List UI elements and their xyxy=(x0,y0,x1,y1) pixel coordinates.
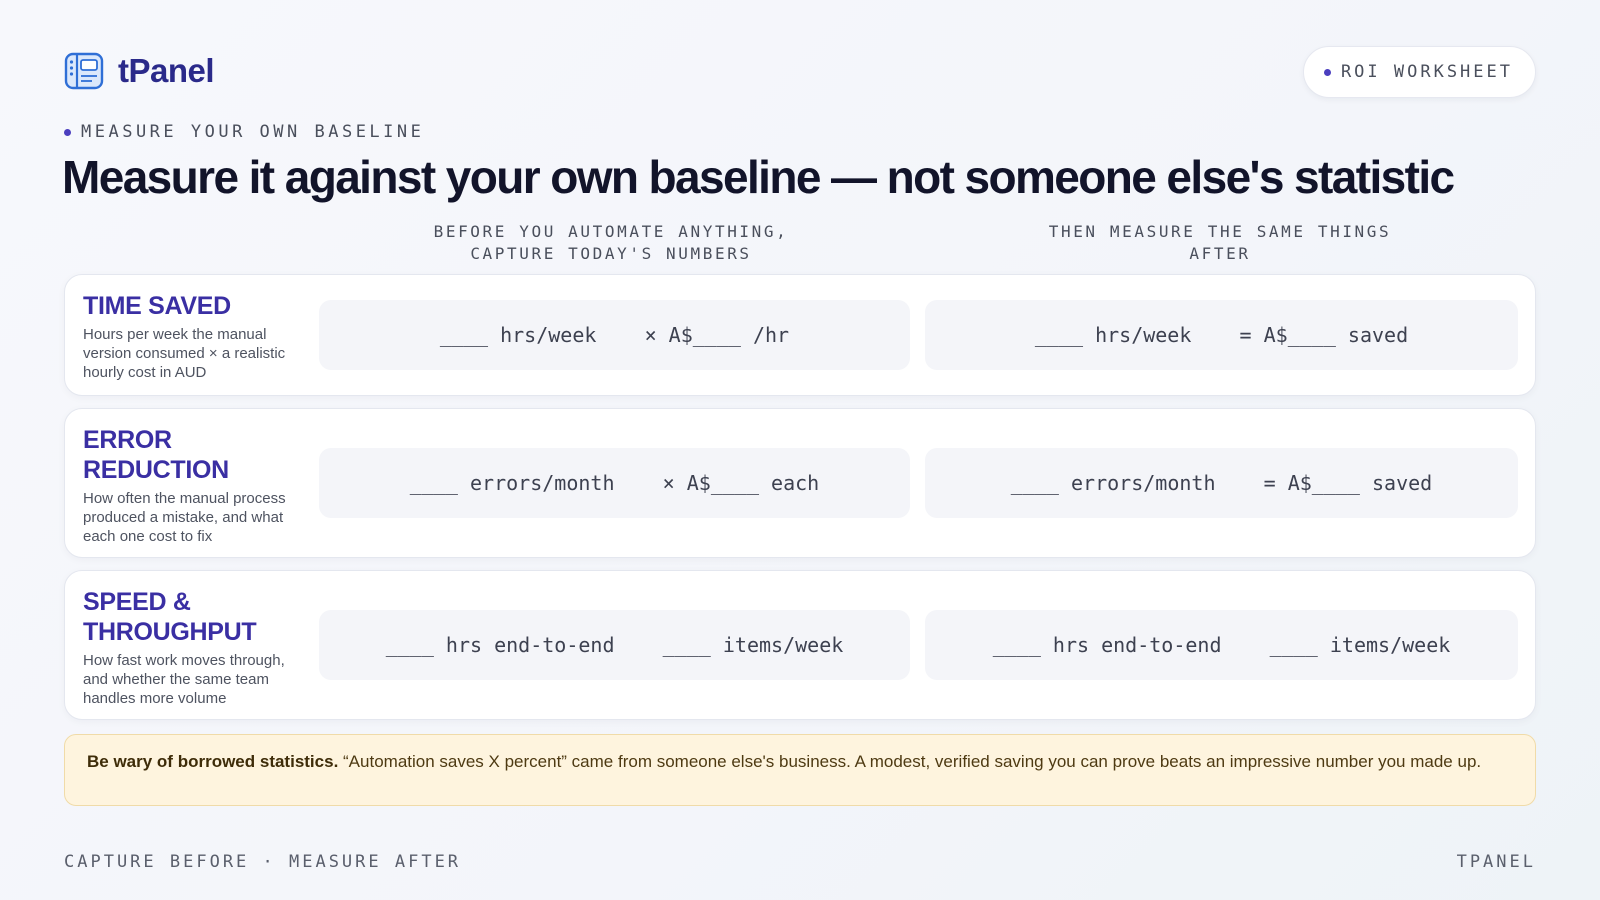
page-title: Measure it against your own baseline — n… xyxy=(62,151,1455,203)
badge-dot-icon xyxy=(1323,68,1331,76)
column-header-before: BEFORE YOU AUTOMATE ANYTHING, CAPTURE TO… xyxy=(316,221,906,265)
metric-row-time-saved: TIME SAVED Hours per week the manual ver… xyxy=(64,274,1536,396)
eyebrow: MEASURE YOUR OWN BASELINE xyxy=(64,122,424,142)
after-formula-field[interactable]: ____ hrs end-to-end ____ items/week xyxy=(925,610,1518,680)
eyebrow-dot-icon xyxy=(64,128,71,136)
after-formula-field[interactable]: ____ hrs/week = A$____ saved xyxy=(925,300,1518,370)
after-formula-field[interactable]: ____ errors/month = A$____ saved xyxy=(925,448,1518,518)
brand-name: tPanel xyxy=(118,52,215,89)
metric-title: SPEED & THROUGHPUT xyxy=(83,588,257,646)
metric-label: ERROR REDUCTION How often the manual pro… xyxy=(83,425,313,546)
panel-layout-icon xyxy=(64,52,104,90)
callout-text: “Automation saves X percent” came from s… xyxy=(338,752,1482,771)
metric-label: SPEED & THROUGHPUT How fast work moves t… xyxy=(83,587,313,708)
column-header-before-line1: BEFORE YOU AUTOMATE ANYTHING, xyxy=(433,222,789,241)
column-header-before-line2: CAPTURE TODAY'S NUMBERS xyxy=(470,244,752,263)
metric-row-speed-throughput: SPEED & THROUGHPUT How fast work moves t… xyxy=(64,570,1536,720)
badge-label: ROI WORKSHEET xyxy=(1340,62,1513,82)
before-formula-field[interactable]: ____ hrs end-to-end ____ items/week xyxy=(319,610,910,680)
metric-title: TIME SAVED xyxy=(83,292,231,320)
metric-label: TIME SAVED Hours per week the manual ver… xyxy=(83,291,313,382)
column-header-after-line2: AFTER xyxy=(1189,244,1251,263)
column-header-after: THEN MEASURE THE SAME THINGS AFTER xyxy=(924,221,1516,265)
before-formula-field[interactable]: ____ errors/month × A$____ each xyxy=(319,448,910,518)
before-formula-field[interactable]: ____ hrs/week × A$____ /hr xyxy=(319,300,910,370)
roi-worksheet-badge: ROI WORKSHEET xyxy=(1302,46,1536,98)
footer-brand: TPANEL xyxy=(1456,852,1536,872)
brand-logo: tPanel xyxy=(64,52,215,90)
metric-row-error-reduction: ERROR REDUCTION How often the manual pro… xyxy=(64,408,1536,558)
metric-description: Hours per week the manual version consum… xyxy=(83,326,286,381)
metric-description: How fast work moves through, and whether… xyxy=(83,652,285,707)
column-header-after-line1: THEN MEASURE THE SAME THINGS xyxy=(1048,222,1392,241)
callout-bold: Be wary of borrowed statistics. xyxy=(87,752,339,771)
warning-callout: Be wary of borrowed statistics. “Automat… xyxy=(64,734,1536,806)
eyebrow-text: MEASURE YOUR OWN BASELINE xyxy=(81,122,425,142)
metric-description: How often the manual process produced a … xyxy=(83,490,286,545)
metric-title: ERROR REDUCTION xyxy=(83,426,229,484)
footer-tagline: CAPTURE BEFORE · MEASURE AFTER xyxy=(64,852,462,872)
